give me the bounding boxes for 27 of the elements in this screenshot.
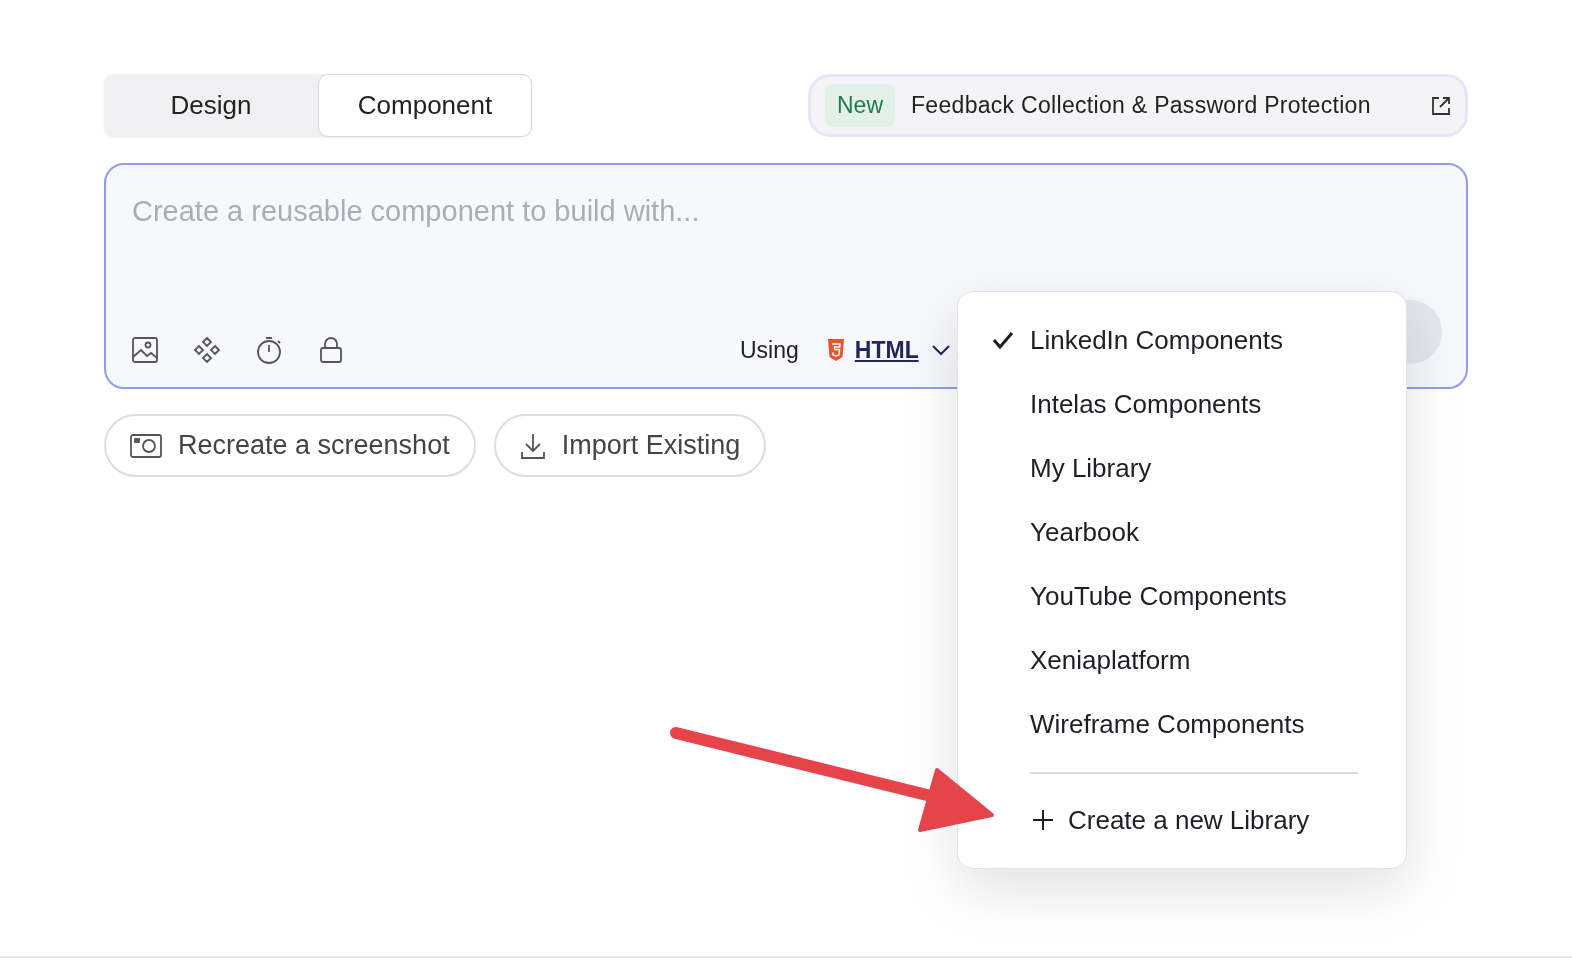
mode-tab[interactable]: Design: [104, 74, 318, 137]
mode-tab[interactable]: Component: [318, 74, 532, 137]
download-icon: [519, 431, 546, 460]
announcement-text: Feedback Collection & Password Protection: [911, 91, 1371, 121]
html5-icon: [826, 337, 845, 362]
library-menu-item[interactable]: Wireframe Components: [958, 692, 1406, 756]
framework-link[interactable]: HTML: [854, 332, 919, 367]
library-menu-item[interactable]: Intelas Components: [958, 372, 1406, 436]
prompt-input[interactable]: Create a reusable component to build with...: [130, 189, 1030, 235]
library-menu-item[interactable]: Yearbook: [958, 500, 1406, 564]
library-menu-item[interactable]: My Library: [958, 436, 1406, 500]
new-badge: New: [825, 84, 895, 127]
announcement-banner[interactable]: New Feedback Collection & Password Protection: [808, 74, 1468, 137]
library-menu-item[interactable]: YouTube Components: [958, 564, 1406, 628]
library-menu-item[interactable]: Xeniaplatform: [958, 628, 1406, 692]
plus-icon: [1032, 809, 1054, 831]
using-label: Using: [740, 335, 799, 365]
library-menu-item[interactable]: LinkedIn Components: [958, 308, 1406, 372]
camera-icon: [130, 433, 162, 458]
components-icon[interactable]: [192, 334, 222, 365]
external-link-icon: [1431, 95, 1451, 116]
image-icon[interactable]: [130, 334, 160, 365]
create-library-item[interactable]: Create a new Library: [1032, 788, 1316, 852]
import-button[interactable]: Import Existing: [493, 414, 767, 477]
recreate-screenshot-button[interactable]: Recreate a screenshot: [104, 414, 476, 477]
timer-icon[interactable]: [254, 334, 284, 365]
chevron-down-icon[interactable]: [930, 343, 951, 356]
